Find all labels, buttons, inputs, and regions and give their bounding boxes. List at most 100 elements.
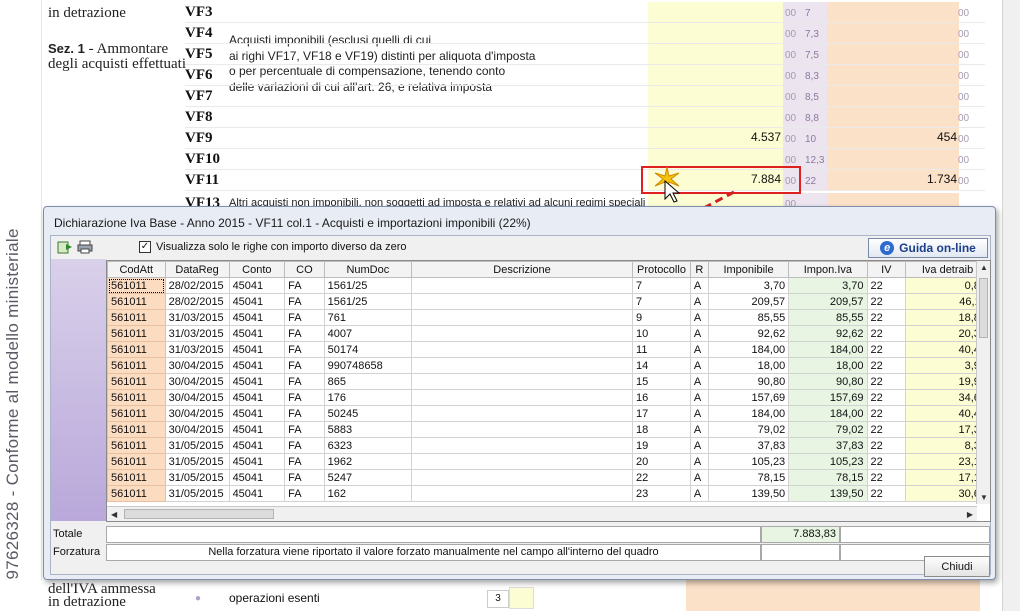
grid-horizontal-scrollbar[interactable]: ◀ ▶ [107,506,977,521]
table-cell[interactable]: A [689,469,709,486]
table-cell[interactable]: A [689,421,709,438]
table-row[interactable]: 561011 31/03/2015 45041 FA 50174 11 A 184,00 184… [107,341,990,358]
table-row[interactable]: 561011 31/05/2015 45041 FA 162 23 A 139,50 139,5… [107,485,990,502]
table-cell[interactable]: 30/04/2015 [164,357,230,374]
table-cell[interactable]: 162 [323,485,413,502]
table-cell[interactable]: A [689,485,709,502]
table-cell[interactable]: 15 [632,373,691,390]
table-cell[interactable] [411,421,634,438]
table-cell[interactable]: 561011 [107,325,166,342]
vf-amount-field[interactable] [648,2,783,22]
vf-amount-field[interactable] [648,44,783,64]
table-cell[interactable]: 85,55 [788,309,868,326]
export-icon[interactable] [57,240,73,254]
table-cell[interactable]: FA [284,309,325,326]
print-icon[interactable] [77,240,93,254]
table-cell[interactable]: 1962 [323,453,413,470]
table-cell[interactable]: 22 [866,325,907,342]
vf-tax-field[interactable] [827,23,959,43]
table-cell[interactable]: 561011 [107,389,166,406]
column-header[interactable]: Imponibile [707,261,790,278]
table-cell[interactable]: 184,00 [788,341,868,358]
table-cell[interactable]: 45041 [228,357,286,374]
vf-tax-field[interactable] [827,149,959,169]
table-cell[interactable]: 18 [632,421,691,438]
table-cell[interactable]: A [689,293,709,310]
scroll-up-icon[interactable]: ▲ [980,263,988,272]
vf-amount-field[interactable] [648,23,783,43]
table-row[interactable]: 561011 30/04/2015 45041 FA 50245 17 A 184,00 184… [107,405,990,422]
table-cell[interactable] [411,293,634,310]
column-header[interactable]: Impon.Iva [788,261,868,278]
table-cell[interactable]: 28/02/2015 [164,293,230,310]
table-cell[interactable] [411,485,634,502]
column-header[interactable]: IV [866,261,907,278]
table-cell[interactable]: 761 [323,309,413,326]
table-cell[interactable]: A [689,357,709,374]
table-cell[interactable]: A [689,277,709,294]
table-cell[interactable]: FA [284,293,325,310]
table-cell[interactable]: FA [284,277,325,294]
table-cell[interactable]: 45041 [228,373,286,390]
table-cell[interactable]: 90,80 [788,373,868,390]
table-row[interactable]: 561011 31/03/2015 45041 FA 4007 10 A 92,62 92,62… [107,325,990,342]
table-cell[interactable]: 45041 [228,469,286,486]
table-row[interactable]: 561011 30/04/2015 45041 FA 990748658 14 A 18,00… [107,357,990,374]
table-cell[interactable]: 7 [632,277,691,294]
table-cell[interactable]: 30/04/2015 [164,405,230,422]
table-cell[interactable]: 31/05/2015 [164,485,230,502]
table-cell[interactable]: 157,69 [707,389,790,406]
table-cell[interactable]: FA [284,341,325,358]
table-cell[interactable] [411,373,634,390]
table-cell[interactable]: 176 [323,389,413,406]
table-cell[interactable]: 561011 [107,469,166,486]
table-cell[interactable]: 79,02 [788,421,868,438]
table-cell[interactable]: 139,50 [707,485,790,502]
table-cell[interactable]: FA [284,357,325,374]
column-header[interactable]: R [689,261,709,278]
table-cell[interactable]: 45041 [228,405,286,422]
table-cell[interactable]: 22 [866,357,907,374]
online-help-button[interactable]: e Guida on-line [868,238,988,258]
table-cell[interactable]: A [689,341,709,358]
table-cell[interactable]: 28/02/2015 [164,277,230,294]
table-cell[interactable]: 92,62 [788,325,868,342]
table-cell[interactable]: 3,70 [707,277,790,294]
table-cell[interactable]: 561011 [107,357,166,374]
scroll-right-icon[interactable]: ▶ [967,510,973,519]
table-row[interactable]: 561011 31/05/2015 45041 FA 6323 19 A 37,83 37,83… [107,437,990,454]
table-cell[interactable]: FA [284,405,325,422]
table-cell[interactable]: FA [284,389,325,406]
table-cell[interactable]: 22 [866,405,907,422]
vf-amount-field[interactable] [648,65,783,85]
table-cell[interactable]: 990748658 [323,357,413,374]
table-cell[interactable]: 4007 [323,325,413,342]
table-cell[interactable]: 16 [632,389,691,406]
table-cell[interactable]: 79,02 [707,421,790,438]
table-cell[interactable]: 22 [866,309,907,326]
table-cell[interactable]: 31/03/2015 [164,325,230,342]
table-cell[interactable]: 9 [632,309,691,326]
table-cell[interactable]: 85,55 [707,309,790,326]
table-cell[interactable]: 45041 [228,485,286,502]
vf-amount-field[interactable] [648,107,783,127]
table-cell[interactable]: 22 [866,437,907,454]
table-cell[interactable]: FA [284,373,325,390]
table-cell[interactable]: 45041 [228,341,286,358]
table-cell[interactable]: 90,80 [707,373,790,390]
table-cell[interactable]: 45041 [228,437,286,454]
table-cell[interactable]: 45041 [228,309,286,326]
table-cell[interactable]: 7 [632,293,691,310]
table-cell[interactable]: 561011 [107,405,166,422]
table-cell[interactable]: 50245 [323,405,413,422]
table-row[interactable]: 561011 31/05/2015 45041 FA 1962 20 A 105,23 105,… [107,453,990,470]
column-header[interactable]: NumDoc [323,261,413,278]
vertical-scroll-thumb[interactable] [979,278,988,338]
page-scrollbar[interactable] [1002,0,1020,611]
table-cell[interactable]: 105,23 [788,453,868,470]
table-row[interactable]: 561011 30/04/2015 45041 FA 5883 18 A 79,02 79,02… [107,421,990,438]
table-cell[interactable]: 31/03/2015 [164,341,230,358]
table-cell[interactable]: 22 [866,469,907,486]
table-cell[interactable]: 1561/25 [323,277,413,294]
table-cell[interactable]: 184,00 [788,405,868,422]
